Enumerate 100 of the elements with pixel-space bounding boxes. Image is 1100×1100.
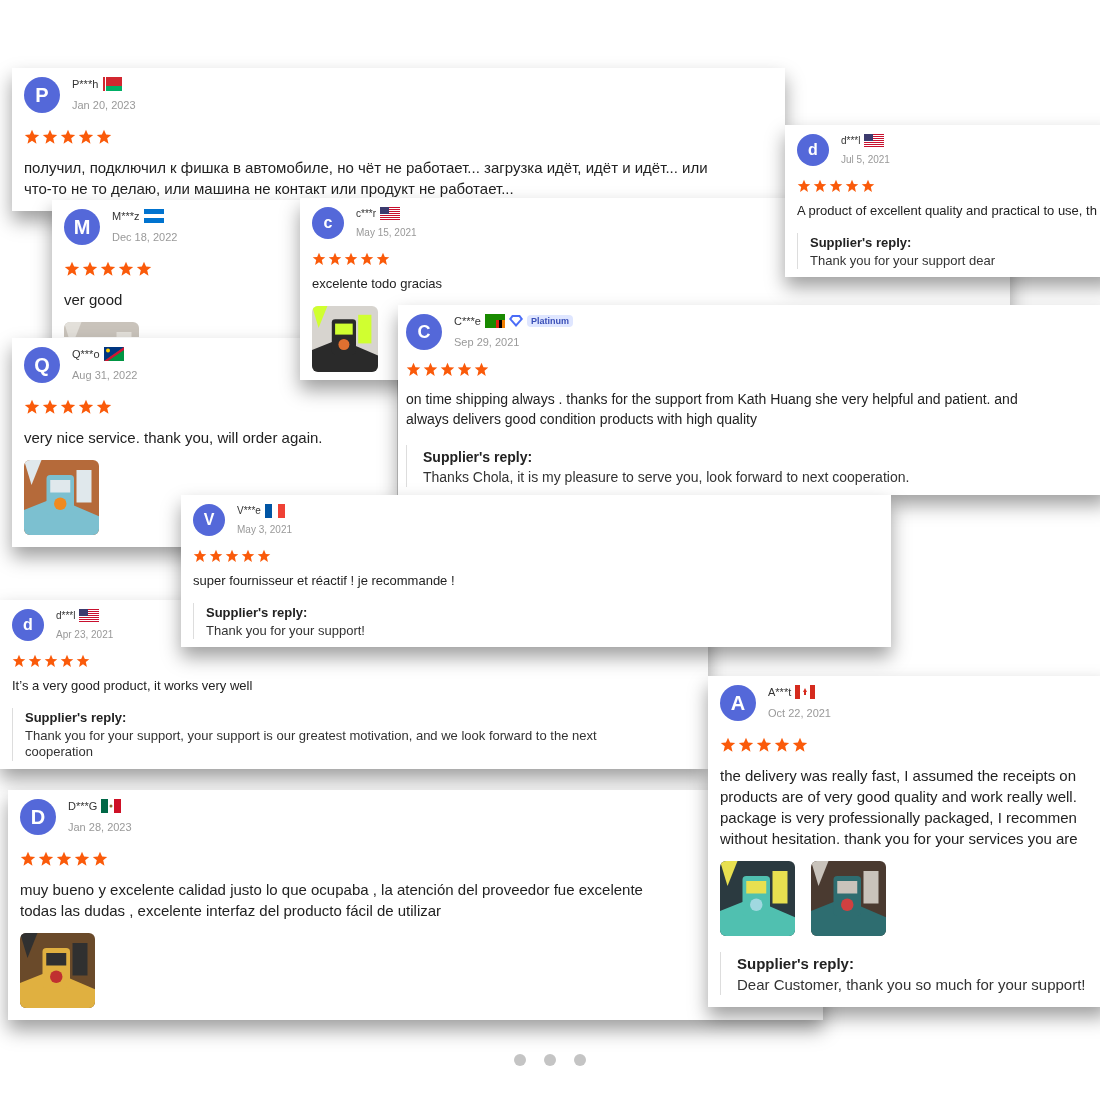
- star-icon: [96, 399, 112, 415]
- review-date: May 3, 2021: [237, 523, 293, 537]
- flag-icon: [264, 503, 285, 518]
- flag-icon: [79, 608, 100, 623]
- star-icon: [193, 549, 207, 563]
- star-icon: [44, 654, 58, 668]
- reply-text: Dear Customer, thank you so much for your support!: [737, 976, 1086, 995]
- reply-label: Supplier's reply:: [423, 448, 534, 467]
- star-icon: [344, 252, 358, 266]
- star-icon: [28, 654, 42, 668]
- avatar: C: [406, 313, 442, 350]
- star-icon: [225, 549, 239, 563]
- star-icon: [12, 654, 26, 668]
- star-icon: [720, 737, 736, 753]
- reviewer-name: Q***o: [72, 347, 100, 362]
- star-icon: [60, 129, 76, 145]
- star-icon: [440, 362, 455, 377]
- star-icon: [209, 549, 223, 563]
- review-date: May 15, 2021: [356, 226, 417, 240]
- avatar: V: [193, 504, 225, 536]
- review-date: Sep 29, 2021: [454, 334, 521, 350]
- reply-label: Supplier's reply:: [206, 604, 309, 622]
- review-text: excelente todo gracias: [312, 275, 443, 293]
- platinum-badge: Platinum: [526, 315, 573, 328]
- star-icon: [829, 179, 843, 193]
- reply-label: Supplier's reply:: [810, 234, 913, 252]
- star-icon: [328, 252, 342, 266]
- flag-icon: [864, 133, 885, 148]
- flag-icon: [143, 209, 164, 224]
- star-icon: [74, 851, 90, 867]
- reviewer-name: M***z: [112, 209, 140, 224]
- star-icon: [82, 261, 98, 277]
- reply-label: Supplier's reply:: [737, 954, 855, 974]
- flag-icon: [102, 77, 123, 92]
- reviewer-name: d***l: [841, 134, 861, 148]
- star-icon: [20, 851, 36, 867]
- reviewer-name: c***r: [356, 207, 376, 221]
- star-icon: [845, 179, 859, 193]
- review-text: muy bueno y excelente calidad justo lo que ocupaba , la atención del proveedor fue excelente todas las dudas , excelente interfaz del producto fácil de utilizar: [20, 880, 643, 921]
- reviewer-name: C***e: [454, 314, 481, 329]
- star-icon: [42, 399, 58, 415]
- reply-text: Thank you for your support dear: [810, 253, 995, 270]
- review-text: A product of excellent quality and practical to use, th: [797, 202, 1097, 220]
- star-icon: [474, 362, 489, 377]
- avatar: P: [24, 76, 60, 113]
- avatar: A: [720, 684, 756, 721]
- star-icon: [96, 129, 112, 145]
- flag-icon: [103, 347, 124, 362]
- star-icon: [60, 654, 74, 668]
- star-icon: [312, 252, 326, 266]
- review-text: the delivery was really fast, I assumed the receipts on products are of very good quality and work really well. package is very professionally packaged, I recommen without hesitation. thank you for your services you are: [720, 766, 1078, 849]
- review-date: Dec 18, 2022: [112, 229, 178, 245]
- avatar: d: [797, 134, 829, 166]
- flag-icon: [795, 685, 816, 700]
- reply-text: Thank you for your support, your support is our greatest motivation, and we look forward to the next cooperation: [25, 728, 597, 761]
- star-icon: [792, 737, 808, 753]
- avatar: c: [312, 207, 344, 239]
- star-icon: [756, 737, 772, 753]
- reviewer-name: A***t: [768, 685, 792, 700]
- star-icon: [406, 362, 421, 377]
- review-date: Oct 22, 2021: [768, 705, 831, 721]
- star-icon: [118, 261, 134, 277]
- reply-label: Supplier's reply:: [25, 709, 128, 727]
- flag-icon: [101, 799, 122, 814]
- review-text: on time shipping always . thanks for the support from Kath Huang she very helpful and patient. and always delivers good condition products with high quality: [406, 390, 1018, 429]
- star-icon: [60, 399, 76, 415]
- star-icon: [136, 261, 152, 277]
- star-icon: [64, 261, 80, 277]
- avatar: M: [64, 208, 100, 245]
- flag-icon: [484, 314, 505, 329]
- review-text: super fournisseur et réactif ! je recommande !: [193, 572, 455, 590]
- reviewer-name: d***l: [56, 609, 76, 623]
- avatar: D: [20, 798, 56, 835]
- review-date: Aug 31, 2022: [72, 367, 138, 383]
- star-icon: [813, 179, 827, 193]
- reviewer-name: V***e: [237, 504, 261, 518]
- star-icon: [92, 851, 108, 867]
- star-icon: [56, 851, 72, 867]
- review-text: very nice service. thank you, will order again.: [24, 428, 323, 448]
- star-icon: [78, 399, 94, 415]
- star-icon: [423, 362, 438, 377]
- avatar: Q: [24, 346, 60, 383]
- star-icon: [24, 129, 40, 145]
- star-icon: [78, 129, 94, 145]
- star-icon: [861, 179, 875, 193]
- review-date: Jan 20, 2023: [72, 97, 136, 113]
- star-icon: [376, 252, 390, 266]
- review-date: Jul 5, 2021: [841, 153, 890, 167]
- review-date: Jan 28, 2023: [68, 819, 132, 835]
- star-icon: [241, 549, 255, 563]
- review-text: It’s a very good product, it works very well: [12, 677, 253, 695]
- review-text: получил, подключил к фишка в автомобиле, но чёт не работает... загрузка идёт, идёт и идёт... или что-то не то делаю, или машина не контакт или продукт не работает...: [24, 158, 708, 199]
- avatar: d: [12, 609, 44, 641]
- star-icon: [38, 851, 54, 867]
- reviewer-name: D***G: [68, 799, 98, 814]
- reviewer-name: P***h: [72, 77, 99, 92]
- star-icon: [76, 654, 90, 668]
- star-icon: [360, 252, 374, 266]
- review-text: ver good: [64, 290, 123, 310]
- star-icon: [738, 737, 754, 753]
